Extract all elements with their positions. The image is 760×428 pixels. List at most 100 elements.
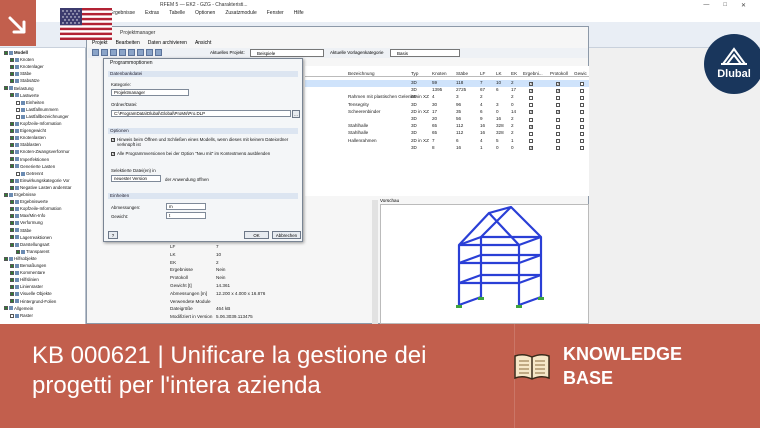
navigator-checkbox[interactable] — [10, 79, 14, 84]
navigator-item[interactable]: Raster — [10, 313, 33, 319]
cell-prot-checkbox[interactable] — [556, 146, 560, 151]
menu-item-fenster[interactable]: Fenster — [267, 10, 284, 19]
navigator-item[interactable]: Max/Min-Info — [10, 213, 45, 219]
active-project-select[interactable]: Beispiele — [250, 49, 324, 57]
navigator-checkbox[interactable] — [16, 249, 20, 254]
navigator-checkbox[interactable] — [10, 214, 14, 219]
navigator-checkbox[interactable] — [10, 185, 14, 190]
menu-item-extras[interactable]: Extras — [145, 10, 159, 19]
navigator-checkbox[interactable] — [16, 171, 20, 176]
table-row[interactable]: Stahlhalle 3D 65 112 16 328 2 — [305, 130, 589, 137]
navigator-item[interactable]: Imperfektionen — [10, 157, 49, 163]
navigator-item[interactable]: Kopfzeile-Information — [10, 121, 62, 127]
menu-item-ergebnisse[interactable]: Ergebnisse — [110, 10, 135, 19]
navigator-item[interactable]: Stabsätze — [10, 78, 40, 84]
navigator-item[interactable]: Kommentare — [10, 270, 45, 276]
cell-prot-checkbox[interactable] — [556, 117, 560, 122]
cell-erg-checkbox[interactable] — [529, 109, 533, 115]
properties-scrollbar[interactable] — [372, 200, 378, 324]
cell-gew-checkbox[interactable] — [580, 117, 584, 122]
table-row[interactable]: Stahlhalle 3D 65 112 16 328 2 — [305, 123, 589, 130]
navigator-item[interactable]: Eigengewicht — [10, 128, 46, 134]
navigator-item[interactable]: Verformung — [10, 220, 43, 226]
menu-item-hilfe[interactable]: Hilfe — [294, 10, 304, 19]
navigator-checkbox[interactable] — [10, 242, 14, 247]
maximize-button[interactable]: □ — [723, 2, 727, 9]
navigator-checkbox[interactable] — [16, 107, 20, 112]
cancel-button[interactable]: Abbrechen — [272, 231, 301, 239]
copy-icon[interactable] — [110, 49, 117, 56]
navigator-checkbox[interactable] — [4, 306, 8, 311]
navigator-checkbox[interactable] — [10, 313, 14, 318]
view-details-icon[interactable] — [146, 49, 153, 56]
cell-prot-checkbox[interactable] — [556, 124, 560, 129]
navigator-checkbox[interactable] — [10, 136, 14, 141]
table-row[interactable]: Scheerenbinder 2D in XZ 17 35 6 0 14 — [305, 109, 589, 116]
col-bezeichnung[interactable]: Bezeichnung — [348, 71, 375, 76]
option-notify-checkbox[interactable] — [111, 137, 115, 142]
navigator-checkbox[interactable] — [10, 143, 14, 148]
navigator-item[interactable]: Linienraster — [10, 284, 43, 290]
navigator-checkbox[interactable] — [4, 256, 8, 261]
cell-prot-checkbox[interactable] — [556, 109, 560, 115]
col-protokoll[interactable]: Protokoll — [550, 71, 568, 76]
navigator-checkbox[interactable] — [10, 121, 14, 126]
cell-prot-checkbox[interactable] — [556, 88, 560, 93]
navigator-item[interactable]: Hilfslinien — [10, 277, 39, 283]
navigator-checkbox[interactable] — [10, 221, 14, 226]
menu-item-tabelle[interactable]: Tabelle — [169, 10, 185, 19]
cell-gew-checkbox[interactable] — [580, 110, 584, 115]
navigator-checkbox[interactable] — [4, 192, 8, 197]
navigator-checkbox[interactable] — [10, 164, 14, 169]
template-category-select[interactable]: Basis — [390, 49, 460, 57]
close-button[interactable]: ✕ — [741, 2, 746, 9]
menu-item-zusatzmodule[interactable]: Zusatzmodule — [225, 10, 256, 19]
navigator-checkbox[interactable] — [10, 128, 14, 133]
navigator-item[interactable]: Bemaßungen — [10, 263, 46, 269]
navigator-checkbox[interactable] — [10, 299, 14, 304]
cell-gew-checkbox[interactable] — [580, 131, 584, 136]
navigator-checkbox[interactable] — [10, 263, 14, 268]
navigator-checkbox[interactable] — [10, 93, 14, 98]
navigator-item[interactable]: Knotenlasten — [10, 135, 46, 141]
navigator-item[interactable]: Darstellungsart — [10, 242, 50, 248]
pm-menu-ansicht[interactable]: Ansicht — [195, 40, 211, 46]
navigator-checkbox[interactable] — [10, 228, 14, 233]
settings-icon[interactable] — [155, 49, 162, 56]
ok-button[interactable]: OK — [244, 231, 269, 239]
navigator-checkbox[interactable] — [10, 278, 14, 283]
cell-erg-checkbox[interactable] — [529, 117, 533, 122]
navigator-item[interactable]: Ergebnisse — [4, 192, 36, 198]
navigator-item[interactable]: Allgemein — [4, 306, 33, 312]
navigator-checkbox[interactable] — [4, 50, 8, 55]
navigator-item[interactable]: Lagerreaktionen — [10, 235, 52, 241]
navigator-item[interactable]: Knoten — [10, 57, 34, 63]
navigator-checkbox[interactable] — [10, 285, 14, 290]
navigator-checkbox[interactable] — [10, 235, 14, 240]
navigator-checkbox[interactable] — [10, 199, 14, 204]
navigator-item[interactable]: Stablasten — [10, 142, 41, 148]
cell-gew-checkbox[interactable] — [580, 103, 584, 108]
navigator-checkbox[interactable] — [10, 72, 14, 77]
navigator-item[interactable]: Kopfzeile-Information — [10, 206, 62, 212]
navigator-item[interactable]: Knoten-Zwangsverformur — [10, 149, 70, 155]
table-row[interactable]: Tensegrity 3D 30 96 4 3 0 — [305, 102, 589, 109]
col-ek[interactable]: EK — [511, 71, 517, 76]
dimensions-unit-select[interactable]: m — [166, 203, 206, 210]
cell-erg-checkbox[interactable] — [529, 81, 533, 86]
table-row[interactable]: 3D 1395 2725 67 6 17 — [305, 87, 589, 94]
folder-file-input[interactable]: C:\ProgramData\Dlubal\Global\ProMs\Pro.D… — [111, 110, 291, 117]
cell-prot-checkbox[interactable] — [556, 103, 560, 108]
table-row[interactable]: Rahmen mit plastischen Gelenken 2D in XZ 4… — [305, 94, 589, 101]
navigator-item[interactable]: Lastfallnummern — [16, 107, 58, 113]
open-version-select[interactable]: neuester Version — [111, 175, 161, 182]
navigator-item[interactable]: Negative Lasten anderstar — [10, 185, 72, 191]
pm-menu-projekt[interactable]: Projekt — [92, 40, 108, 46]
table-row[interactable]: 3D 20 56 9 16 2 — [305, 116, 589, 123]
option-hide-versions-checkbox[interactable] — [111, 151, 115, 156]
col-knoten[interactable]: Knoten — [432, 71, 447, 76]
col-typ[interactable]: Typ — [411, 71, 418, 76]
navigator-item[interactable]: Stäbe — [10, 71, 31, 77]
navigator-item[interactable]: Hintergrund-Folien — [10, 299, 56, 305]
menu-item-optionen[interactable]: Optionen — [195, 10, 215, 19]
